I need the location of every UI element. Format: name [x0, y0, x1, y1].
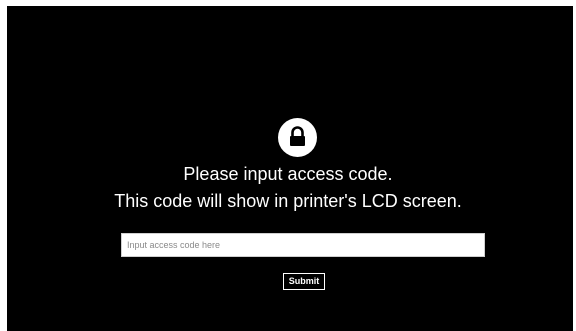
- lock-icon-graphic: [290, 126, 305, 146]
- instruction-text-line2: This code will show in printer's LCD scr…: [114, 191, 462, 211]
- instruction-text-line1: Please input access code.: [183, 164, 393, 184]
- lock-icon: [278, 118, 317, 157]
- submit-button[interactable]: Submit: [283, 273, 325, 290]
- access-code-input[interactable]: [121, 233, 485, 257]
